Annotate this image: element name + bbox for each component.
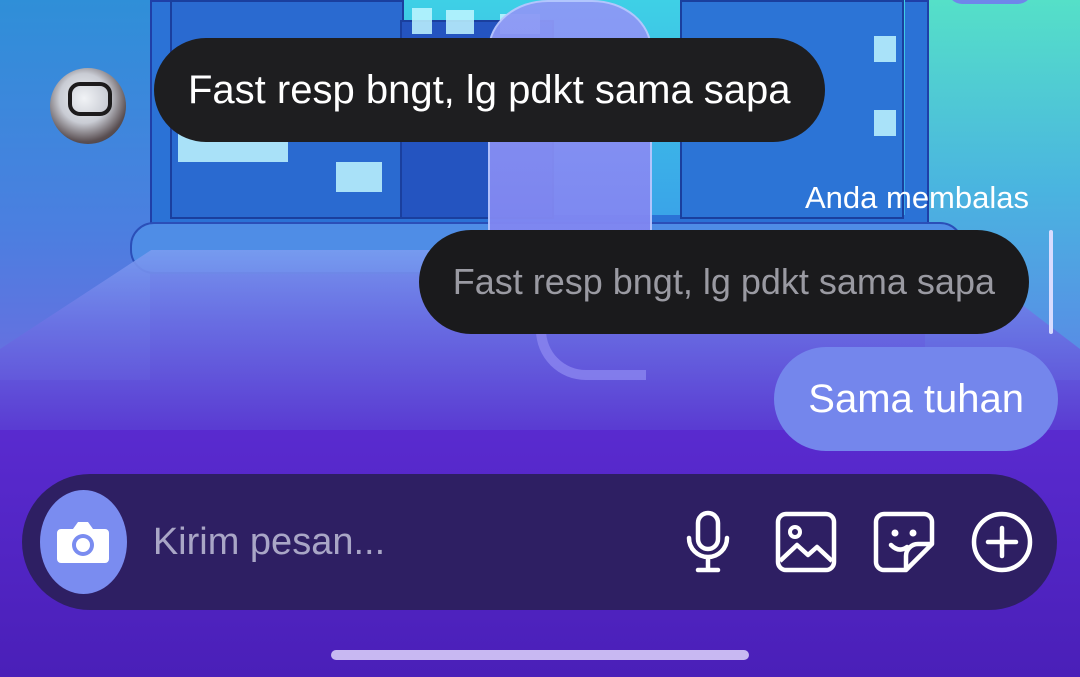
camera-icon: [57, 522, 110, 563]
avatar[interactable]: [50, 68, 126, 144]
outgoing-message-bubble[interactable]: Sama tuhan: [774, 347, 1058, 451]
camera-button[interactable]: [40, 490, 127, 594]
gallery-button[interactable]: [773, 502, 840, 582]
sticker-icon: [873, 511, 935, 573]
bg-lit-window: [446, 10, 474, 34]
microphone-icon: [686, 510, 730, 573]
image-icon: [775, 511, 837, 573]
plus-circle-icon: [971, 511, 1032, 573]
reply-indicator-bar: [1049, 230, 1053, 334]
quoted-message[interactable]: Fast resp bngt, lg pdkt sama sapa: [418, 230, 1029, 334]
incoming-message-bubble[interactable]: Fast resp bngt, lg pdkt sama sapa: [154, 38, 825, 142]
message-input[interactable]: [150, 519, 644, 565]
voice-message-button[interactable]: [675, 502, 742, 582]
more-options-button[interactable]: [968, 502, 1035, 582]
reply-label: Anda membalas: [804, 180, 1029, 215]
bg-lit-window: [874, 110, 896, 136]
previous-message-edge: [948, 0, 1032, 4]
bg-lit-window: [336, 162, 382, 192]
incoming-message-row: Fast resp bngt, lg pdkt sama sapa: [50, 36, 825, 144]
home-indicator[interactable]: [331, 650, 749, 660]
bg-lit-window: [412, 8, 432, 34]
message-composer: [22, 474, 1057, 610]
chat-screen: Fast resp bngt, lg pdkt sama sapa Anda m…: [0, 0, 1080, 677]
sticker-button[interactable]: [870, 502, 937, 582]
bg-lit-window: [874, 36, 896, 62]
